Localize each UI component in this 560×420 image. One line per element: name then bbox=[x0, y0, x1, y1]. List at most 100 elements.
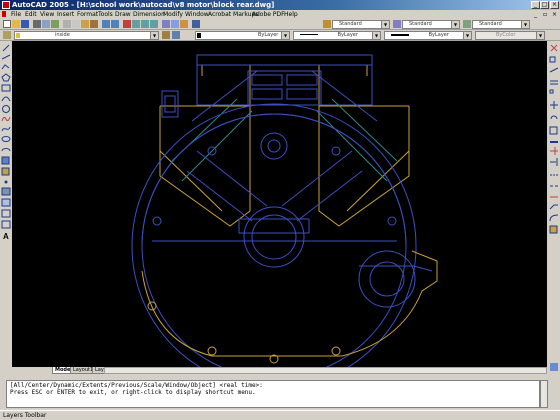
layer-select[interactable]: inside ▼ bbox=[14, 31, 159, 40]
tool-palettes-icon[interactable] bbox=[180, 20, 188, 28]
autocad-app-icon[interactable] bbox=[2, 1, 10, 9]
menu-file[interactable]: File bbox=[11, 10, 21, 19]
chevron-down-icon[interactable]: ▼ bbox=[381, 21, 389, 28]
match-properties-icon[interactable] bbox=[90, 20, 98, 28]
menu-format[interactable]: Format bbox=[77, 10, 98, 19]
arc-icon[interactable] bbox=[1, 96, 11, 102]
polygon-icon[interactable] bbox=[1, 73, 11, 82]
table-style-select[interactable]: Standard ▼ bbox=[472, 20, 530, 29]
dim-style-select[interactable]: Standard ▼ bbox=[402, 20, 460, 29]
help-icon[interactable] bbox=[192, 20, 200, 28]
document-icon[interactable] bbox=[2, 11, 6, 17]
multiline-text-icon[interactable]: A bbox=[3, 232, 9, 241]
design-center-icon[interactable] bbox=[171, 20, 179, 28]
point-icon[interactable] bbox=[4, 180, 8, 184]
color-control-select[interactable]: ByLayer ▼ bbox=[195, 31, 290, 40]
menu-window[interactable]: Window bbox=[185, 10, 209, 19]
text-style-select[interactable]: Standard ▼ bbox=[332, 20, 390, 29]
revision-cloud-icon[interactable] bbox=[1, 116, 11, 122]
menu-draw[interactable]: Draw bbox=[115, 10, 131, 19]
chevron-down-icon[interactable]: ▼ bbox=[150, 32, 158, 39]
scale-icon[interactable] bbox=[549, 126, 558, 135]
polyline-icon[interactable] bbox=[1, 64, 10, 70]
menu-view[interactable]: View bbox=[40, 10, 54, 19]
line-icon[interactable] bbox=[2, 44, 10, 52]
menu-adobe-pdf[interactable]: Adobe PDF bbox=[252, 10, 285, 19]
maximize-button[interactable]: □ bbox=[540, 1, 549, 9]
erase-icon[interactable] bbox=[550, 44, 558, 52]
zoom-realtime-icon[interactable] bbox=[132, 20, 140, 28]
offset-icon[interactable] bbox=[550, 80, 558, 85]
menu-tools[interactable]: Tools bbox=[98, 10, 113, 19]
redo-icon[interactable] bbox=[111, 20, 119, 28]
chevron-down-icon[interactable]: ▼ bbox=[372, 32, 380, 39]
layer-previous-icon[interactable] bbox=[172, 31, 180, 39]
array-icon[interactable] bbox=[549, 89, 554, 94]
circle-icon[interactable] bbox=[2, 105, 10, 113]
extend-icon[interactable] bbox=[550, 158, 558, 166]
layer-previous-icon[interactable] bbox=[550, 363, 558, 371]
minimize-button[interactable]: _ bbox=[531, 1, 540, 9]
move-icon[interactable] bbox=[550, 101, 558, 109]
copy-icon[interactable] bbox=[72, 20, 80, 28]
menu-dimension[interactable]: Dimension bbox=[133, 10, 165, 19]
fillet-icon[interactable] bbox=[549, 214, 559, 222]
command-prompt[interactable] bbox=[10, 396, 536, 403]
mirror-icon[interactable] bbox=[549, 67, 559, 73]
copy-object-icon[interactable] bbox=[549, 56, 556, 63]
spline-icon[interactable] bbox=[1, 126, 11, 132]
ellipse-arc-icon[interactable] bbox=[1, 148, 11, 152]
drawing-canvas[interactable] bbox=[12, 41, 547, 389]
plot-icon[interactable] bbox=[33, 20, 41, 28]
layer-manager-icon[interactable] bbox=[3, 31, 11, 39]
undo-icon[interactable] bbox=[102, 20, 110, 28]
menu-modify[interactable]: Modify bbox=[163, 10, 183, 19]
close-button[interactable]: × bbox=[550, 1, 559, 9]
gradient-icon[interactable] bbox=[1, 198, 11, 207]
ellipse-icon[interactable] bbox=[1, 136, 11, 142]
open-icon[interactable] bbox=[12, 20, 20, 28]
menu-help[interactable]: Help bbox=[284, 10, 298, 19]
rotate-icon[interactable] bbox=[550, 115, 558, 120]
region-icon[interactable] bbox=[1, 209, 11, 218]
menu-acrobat-markups[interactable]: Acrobat Markups bbox=[208, 10, 258, 19]
chevron-down-icon[interactable]: ▼ bbox=[281, 32, 289, 39]
chamfer-icon[interactable] bbox=[549, 204, 558, 210]
engine-block-drawing[interactable] bbox=[12, 41, 547, 389]
paste-icon[interactable] bbox=[81, 20, 89, 28]
table-icon[interactable] bbox=[1, 220, 11, 229]
trim-icon[interactable] bbox=[550, 147, 558, 155]
plot-style-control-select[interactable]: ByColor ▼ bbox=[475, 31, 545, 40]
doc-minimize-button[interactable]: _ bbox=[534, 10, 537, 19]
doc-restore-button[interactable]: ▫ bbox=[543, 10, 547, 19]
chevron-down-icon[interactable]: ▼ bbox=[521, 21, 529, 28]
zoom-previous-icon[interactable] bbox=[150, 20, 158, 28]
insert-block-icon[interactable] bbox=[1, 156, 10, 165]
chevron-down-icon[interactable]: ▼ bbox=[463, 32, 471, 39]
new-icon[interactable] bbox=[3, 20, 11, 28]
doc-close-button[interactable]: × bbox=[552, 10, 557, 19]
command-window[interactable]: [All/Center/Dynamic/Extents/Previous/Sca… bbox=[6, 380, 540, 408]
make-object-layer-current-icon[interactable] bbox=[162, 31, 170, 39]
explode-icon[interactable] bbox=[549, 225, 558, 234]
construction-line-icon[interactable] bbox=[1, 54, 11, 60]
chevron-down-icon[interactable]: ▼ bbox=[536, 32, 544, 39]
layer-on-icon[interactable] bbox=[16, 33, 20, 38]
hatch-icon[interactable] bbox=[1, 187, 11, 196]
rectangle-icon[interactable] bbox=[1, 84, 11, 92]
save-icon[interactable] bbox=[21, 20, 29, 28]
properties-icon[interactable] bbox=[162, 20, 170, 28]
lineweight-control-select[interactable]: ByLayer ▼ bbox=[384, 31, 472, 40]
chevron-down-icon[interactable]: ▼ bbox=[451, 21, 459, 28]
publish-icon[interactable] bbox=[51, 20, 59, 28]
plot-preview-icon[interactable] bbox=[42, 20, 50, 28]
menu-edit[interactable]: Edit bbox=[25, 10, 37, 19]
make-block-icon[interactable] bbox=[1, 167, 10, 176]
menu-insert[interactable]: Insert bbox=[57, 10, 74, 19]
cut-icon[interactable] bbox=[63, 20, 71, 28]
command-scrollbar[interactable] bbox=[540, 380, 548, 408]
linetype-control-select[interactable]: ByLayer ▼ bbox=[293, 31, 381, 40]
pan-icon[interactable] bbox=[123, 20, 131, 28]
horizontal-scrollbar[interactable] bbox=[104, 367, 547, 374]
zoom-window-icon[interactable] bbox=[141, 20, 149, 28]
